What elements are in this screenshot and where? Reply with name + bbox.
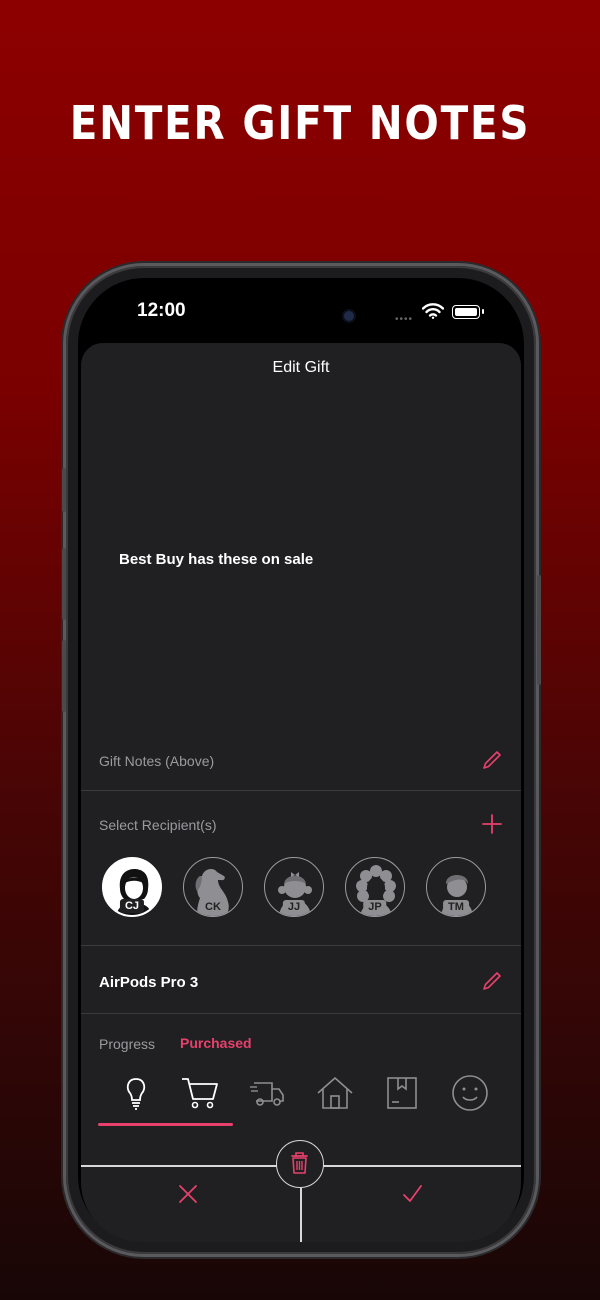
volume-down-button <box>62 640 66 712</box>
signal-icon: •••• <box>395 314 414 325</box>
edit-notes-pencil-icon[interactable] <box>481 749 503 771</box>
divider <box>81 790 521 791</box>
recipient-avatar-jp[interactable]: JP <box>345 857 405 917</box>
wifi-icon <box>422 303 444 319</box>
recipient-initials: JJ <box>282 900 306 914</box>
lightbulb-icon[interactable] <box>116 1073 156 1113</box>
smiley-icon[interactable] <box>450 1073 490 1113</box>
recipient-avatar-jj[interactable]: JJ <box>264 857 324 917</box>
recipient-avatars: CJ CK JJ JP TM <box>102 857 502 927</box>
progress-steps <box>98 1073 508 1123</box>
gift-note-text[interactable]: Best Buy has these on sale <box>119 551 313 568</box>
mute-switch <box>62 468 66 512</box>
item-name: AirPods Pro 3 <box>99 974 199 991</box>
headline: ENTER GIFT NOTES <box>69 96 531 150</box>
edit-item-pencil-icon[interactable] <box>481 970 503 992</box>
trash-icon <box>291 1152 308 1174</box>
recipients-label: Select Recipient(s) <box>99 817 217 833</box>
cancel-x-icon[interactable] <box>177 1183 199 1205</box>
toolbar-separator <box>300 1188 302 1242</box>
box-icon[interactable] <box>382 1073 422 1113</box>
delete-button[interactable] <box>276 1140 324 1188</box>
volume-up-button <box>62 548 66 620</box>
recipient-initials: CJ <box>119 899 145 913</box>
progress-status: Purchased <box>180 1035 252 1051</box>
progress-label: Progress <box>99 1036 156 1052</box>
recipient-avatar-ck[interactable]: CK <box>183 857 243 917</box>
house-icon[interactable] <box>315 1073 355 1113</box>
add-recipient-plus-icon[interactable] <box>481 813 503 835</box>
confirm-check-icon[interactable] <box>401 1183 423 1205</box>
status-time: 12:00 <box>137 300 186 321</box>
divider <box>81 1013 521 1014</box>
divider <box>81 945 521 946</box>
recipient-initials: JP <box>363 900 387 914</box>
battery-nub <box>482 309 484 314</box>
power-button <box>537 575 541 685</box>
recipient-initials: CK <box>200 900 226 914</box>
recipient-initials: TM <box>443 900 469 914</box>
cart-icon[interactable] <box>180 1073 220 1113</box>
gift-notes-label: Gift Notes (Above) <box>99 753 215 769</box>
sheet-title: Edit Gift <box>272 359 330 376</box>
truck-icon[interactable] <box>248 1073 288 1113</box>
recipient-avatar-tm[interactable]: TM <box>426 857 486 917</box>
progress-selection-underline <box>98 1123 233 1126</box>
camera <box>344 311 354 321</box>
edit-gift-sheet: Edit Gift Best Buy has these on sale Gif… <box>81 343 521 1242</box>
battery-icon <box>452 305 480 319</box>
recipient-avatar-cj[interactable]: CJ <box>102 857 162 917</box>
